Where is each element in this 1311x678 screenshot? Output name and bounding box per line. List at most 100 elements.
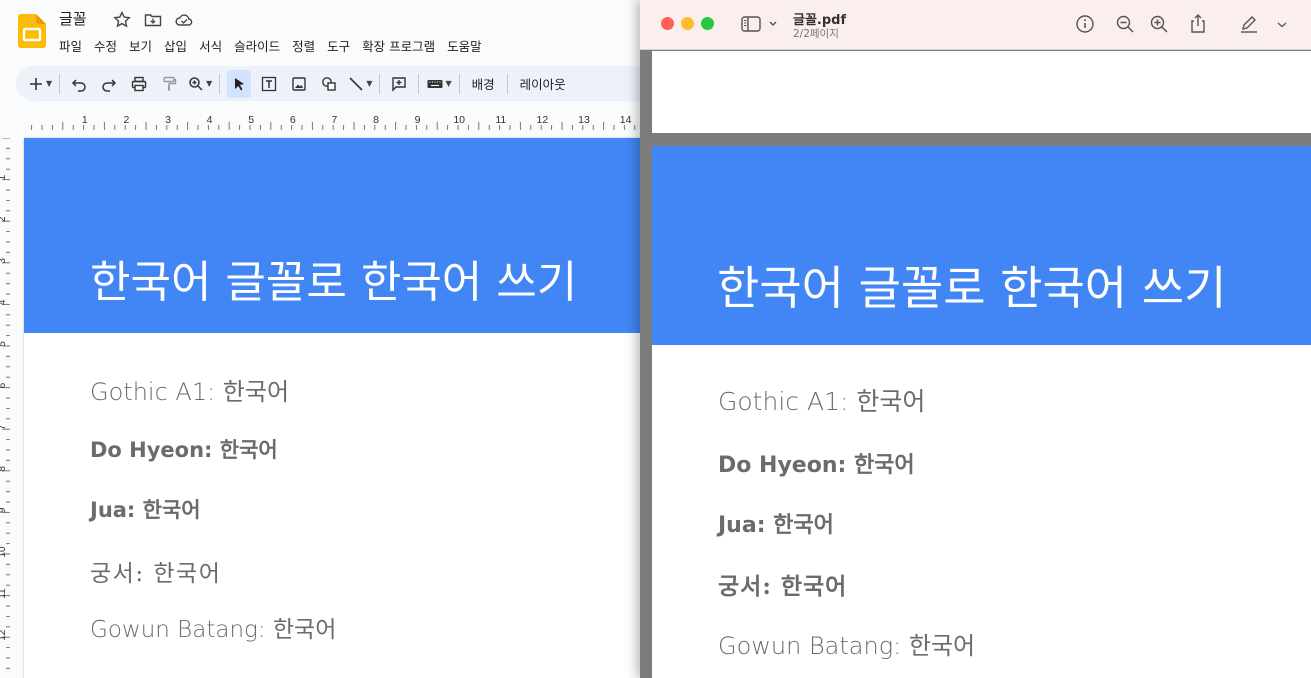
menu-bar: 파일 수정 보기 삽입 서식 슬라이드 정렬 도구 확장 프로그램 도움말 (53, 34, 488, 57)
menu-view[interactable]: 보기 (123, 34, 158, 57)
slides-window: 글꼴 파일 수정 보기 삽입 서식 슬라이드 정렬 도구 확장 프로그램 도움말… (0, 0, 660, 678)
pdf-font-line-gowun-batang: Gowun Batang: 한국어 (718, 632, 976, 660)
ruler-number: 10 (0, 546, 8, 558)
background-button[interactable]: 배경 (464, 74, 503, 93)
menu-format[interactable]: 서식 (193, 34, 228, 57)
ruler-number: 14 (620, 114, 632, 126)
image-icon (292, 76, 307, 91)
cloud-saved-icon[interactable] (174, 10, 194, 30)
page-indicator: 2/2페이지 (793, 28, 839, 40)
chevron-down-icon[interactable]: ▼ (46, 79, 52, 88)
move-to-folder-icon[interactable] (143, 10, 163, 30)
chevron-down-icon[interactable]: ▼ (206, 79, 212, 88)
horizontal-ruler[interactable]: 1 2 3 4 5 6 7 8 9 10 11 12 13 14 (22, 112, 642, 130)
ruler-number: 11 (495, 114, 506, 126)
ruler-number: 1 (0, 174, 8, 180)
sidebar-toggle-button[interactable] (740, 13, 782, 35)
toolbar-divider (59, 73, 61, 94)
menu-file[interactable]: 파일 (53, 34, 88, 57)
zoom-window-button[interactable] (701, 17, 714, 30)
ruler-number: 2 (123, 114, 129, 126)
shapes-icon (322, 76, 337, 91)
menu-help[interactable]: 도움말 (441, 34, 488, 57)
slide-canvas[interactable]: 한국어 글꼴로 한국어 쓰기 Gothic A1: 한국어 Do Hyeon: … (24, 138, 660, 678)
menu-tools[interactable]: 도구 (321, 34, 356, 57)
line-icon (349, 76, 363, 91)
pdf-font-line-gothic-a1: Gothic A1: 한국어 (718, 387, 926, 416)
share-button[interactable] (1187, 13, 1209, 35)
pdf-current-page[interactable]: 한국어 글꼴로 한국어 쓰기 Gothic A1: 한국어 Do Hyeon: … (652, 146, 1311, 678)
ruler-number: 12 (0, 629, 8, 641)
ruler-number: 8 (0, 466, 8, 472)
font-line-gowun-batang[interactable]: Gowun Batang: 한국어 (90, 610, 336, 644)
cursor-icon (235, 77, 245, 90)
ruler-number: 4 (207, 114, 213, 126)
zoom-out-button[interactable] (1114, 13, 1136, 35)
ruler-number: 2 (0, 216, 8, 222)
menu-extensions[interactable]: 확장 프로그램 (356, 34, 441, 57)
zoom-in-icon (189, 76, 203, 91)
toolbar-divider (458, 73, 460, 94)
menu-arrange[interactable]: 정렬 (286, 34, 321, 57)
ruler-number: 7 (331, 114, 337, 126)
font-line-gothic-a1[interactable]: Gothic A1: 한국어 (90, 372, 289, 407)
menu-insert[interactable]: 삽입 (158, 34, 193, 57)
ruler-number: 3 (0, 258, 8, 264)
ruler-number: 9 (0, 507, 8, 513)
undo-button[interactable] (67, 70, 91, 98)
ruler-number: 4 (0, 299, 8, 305)
insert-comment-button[interactable] (387, 70, 411, 98)
zoom-button[interactable]: ▼ (187, 70, 212, 98)
ruler-number: 6 (0, 382, 8, 388)
ruler-number: 3 (165, 114, 171, 126)
menu-edit[interactable]: 수정 (88, 34, 123, 57)
line-button[interactable]: ▼ (347, 70, 372, 98)
slide-title[interactable]: 한국어 글꼴로 한국어 쓰기 (90, 246, 577, 310)
info-icon (1076, 15, 1094, 33)
redo-button[interactable] (97, 70, 121, 98)
vertical-ruler[interactable]: 123456789101112 (0, 138, 20, 678)
zoom-in-icon (1150, 15, 1168, 33)
add-comment-icon (392, 76, 407, 92)
minimize-window-button[interactable] (681, 17, 694, 30)
ruler-number: 7 (0, 424, 8, 430)
font-line-jua[interactable]: Jua: 한국어 (90, 494, 201, 524)
close-window-button[interactable] (661, 17, 674, 30)
font-line-do-hyeon[interactable]: Do Hyeon: 한국어 (90, 434, 278, 464)
input-tools-button[interactable]: ▼ (426, 70, 452, 98)
print-button[interactable] (127, 70, 151, 98)
zoom-in-button[interactable] (1148, 13, 1170, 35)
menu-slide[interactable]: 슬라이드 (228, 34, 286, 57)
ruler-number: 5 (0, 341, 8, 347)
pdf-previous-page[interactable] (652, 51, 1311, 133)
preview-titlebar: 글꼴.pdf 2/2페이지 (640, 0, 1311, 50)
pdf-font-line-do-hyeon: Do Hyeon: 한국어 (718, 453, 915, 478)
undo-icon (72, 78, 86, 92)
sidebar-icon (741, 16, 777, 32)
pdf-font-line-gungseo: 궁서: 한국어 (718, 573, 848, 600)
info-button[interactable] (1074, 13, 1096, 35)
chevron-down-icon[interactable]: ▼ (445, 79, 451, 88)
ruler-number: 10 (453, 114, 465, 126)
chevron-down-icon[interactable]: ▼ (366, 79, 372, 88)
font-line-gungseo[interactable]: 궁서: 한국어 (90, 554, 221, 588)
ruler-number: 9 (415, 114, 421, 126)
star-icon[interactable] (112, 10, 132, 30)
ruler-number: 1 (82, 114, 88, 126)
paint-format-button[interactable] (157, 70, 181, 98)
google-slides-logo-icon[interactable] (18, 14, 46, 48)
text-box-icon (262, 76, 277, 91)
share-icon (1191, 14, 1205, 33)
layout-button[interactable]: 레이아웃 (512, 74, 574, 93)
chevron-down-icon (1277, 22, 1287, 28)
markup-menu-button[interactable] (1274, 13, 1290, 35)
select-tool-button[interactable] (227, 69, 252, 98)
paint-format-icon (163, 76, 177, 90)
markup-button[interactable] (1238, 13, 1260, 35)
pdf-font-line-jua: Jua: 한국어 (718, 513, 834, 538)
text-box-button[interactable] (257, 70, 281, 98)
insert-image-button[interactable] (287, 70, 311, 98)
shape-button[interactable] (317, 70, 341, 98)
document-title[interactable]: 글꼴 (59, 8, 87, 29)
new-slide-button[interactable]: ▼ (27, 70, 52, 98)
